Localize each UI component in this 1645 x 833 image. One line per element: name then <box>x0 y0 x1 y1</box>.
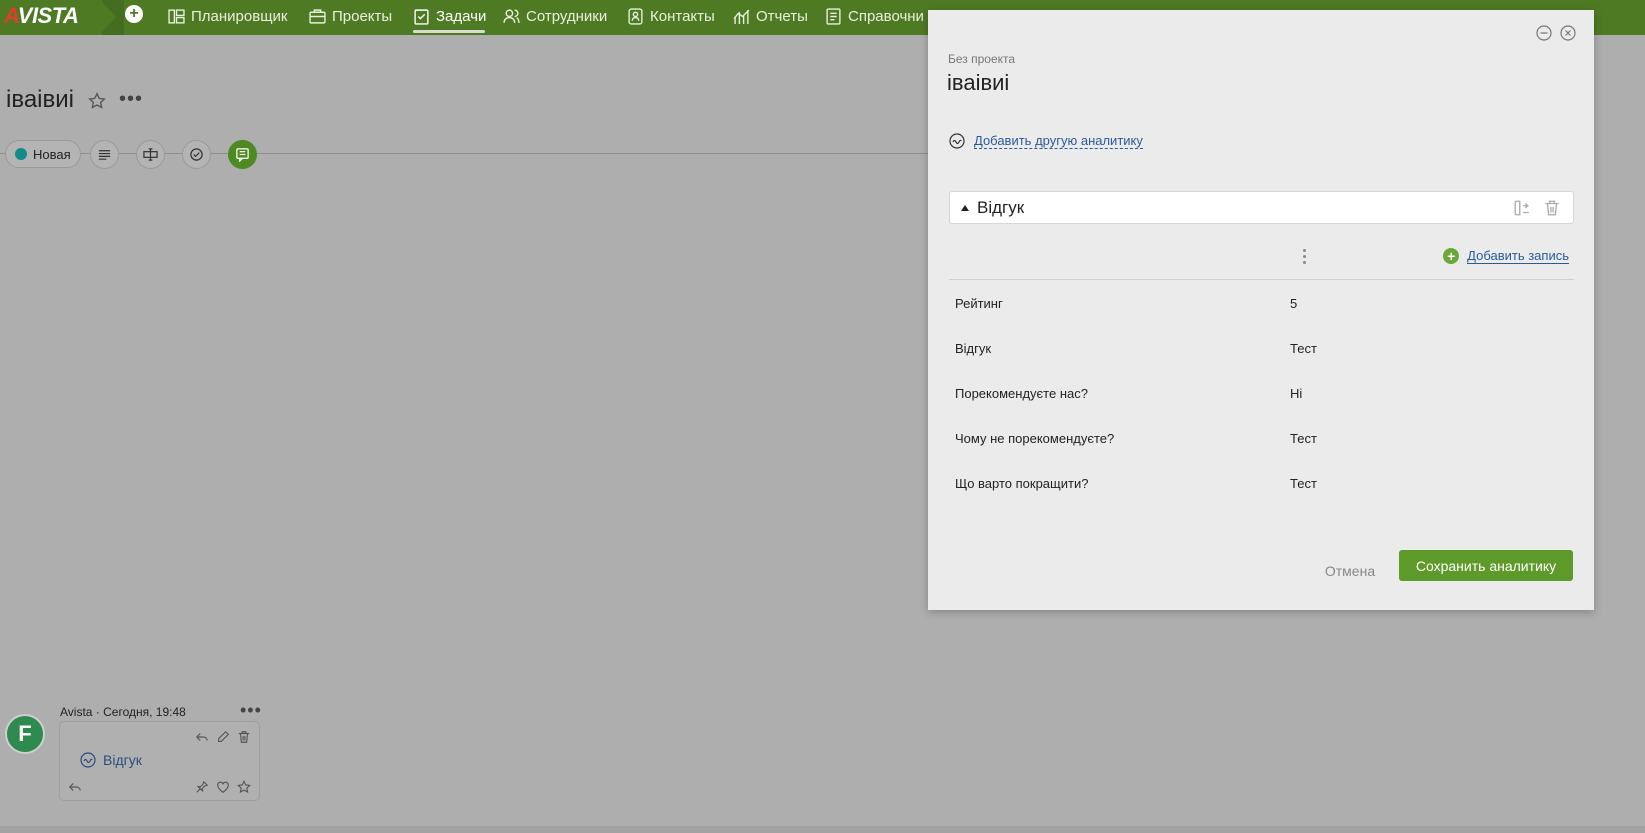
briefcase-icon <box>309 8 326 24</box>
comment-analytics-link[interactable]: Відгук <box>80 752 142 768</box>
analytics-button[interactable] <box>228 140 257 169</box>
close-icon[interactable] <box>1560 25 1576 41</box>
trash-icon[interactable] <box>1543 199 1561 217</box>
star-icon[interactable] <box>88 92 106 110</box>
minimize-icon[interactable] <box>1536 25 1552 41</box>
record-row[interactable]: Відгук Тест <box>955 341 1555 361</box>
record-row[interactable]: Порекомендуєте нас? Ні <box>955 386 1555 406</box>
trash-icon[interactable] <box>237 730 251 744</box>
record-label: Чому не порекомендуєте? <box>955 431 1115 446</box>
calendar-icon <box>168 8 185 24</box>
record-value: Ні <box>1290 386 1303 401</box>
nav-item-label: Отчеты <box>756 7 808 25</box>
record-label: Порекомендуєте нас? <box>955 386 1088 401</box>
comment-actions <box>195 780 251 794</box>
comment-link-label: Відгук <box>103 752 142 768</box>
status-label: Новая <box>33 146 71 162</box>
comment-icon <box>236 148 249 162</box>
check-circle-icon <box>190 148 203 161</box>
nav-item-label: Сотрудники <box>526 7 608 25</box>
record-value: 5 <box>1290 296 1298 311</box>
dialog-project-label: Без проекта <box>948 52 1016 66</box>
dialog-window-controls <box>1536 25 1576 41</box>
nav-item-label: Справочни <box>848 7 924 25</box>
edit-icon[interactable] <box>216 730 230 744</box>
record-value: Тест <box>1290 476 1317 491</box>
comment-tools <box>195 730 251 744</box>
heart-icon[interactable] <box>216 780 230 794</box>
nav-item-label: Контакты <box>650 7 715 25</box>
nav-item-planner[interactable]: Планировщик <box>168 4 287 28</box>
avatar: F <box>5 714 45 754</box>
record-row[interactable]: Рейтинг 5 <box>955 296 1555 316</box>
nav-item-tasks[interactable]: Задачи <box>413 4 486 28</box>
status-badge[interactable]: Новая <box>5 140 81 168</box>
fields-button[interactable] <box>136 140 165 169</box>
meta-separator: · <box>92 705 104 719</box>
active-tab-indicator <box>413 30 485 33</box>
record-value: Тест <box>1290 431 1317 446</box>
nav-item-employees[interactable]: Сотрудники <box>503 4 607 28</box>
record-label: Що варто покращити? <box>955 476 1089 491</box>
logo[interactable]: AVISTA <box>0 0 110 35</box>
add-record-label: Добавить запись <box>1467 248 1569 264</box>
people-icon <box>503 8 520 23</box>
logo-text: AVISTA <box>4 3 79 28</box>
records-divider <box>949 279 1574 280</box>
analytics-dialog: Без проекта іваівиі Добавить другую анал… <box>928 10 1594 610</box>
analytics-section-header[interactable]: Відгук <box>949 191 1574 224</box>
contact-icon <box>628 7 643 25</box>
nav-item-references[interactable]: Справочни <box>825 4 924 28</box>
book-icon <box>826 7 841 25</box>
comment-author: Avista <box>60 705 93 719</box>
task-title: іваівиі <box>6 86 74 113</box>
export-table-icon[interactable] <box>1513 199 1531 217</box>
comment-more-icon[interactable]: ••• <box>240 701 262 719</box>
nav-item-contacts[interactable]: Контакты <box>627 4 715 28</box>
add-other-analytics-label: Добавить другую аналитику <box>974 133 1143 149</box>
column-menu-icon[interactable] <box>1303 249 1307 267</box>
record-label: Рейтинг <box>955 296 1003 311</box>
text-lines-icon <box>98 150 111 160</box>
comment-time: Сегодня, 19:48 <box>103 705 186 719</box>
text-field-icon <box>143 148 158 161</box>
comment-meta: Avista · Сегодня, 19:48 <box>60 705 186 719</box>
section-title: Відгук <box>977 198 1025 217</box>
add-record-button[interactable]: + Добавить запись <box>1443 248 1569 264</box>
chart-icon <box>733 9 750 24</box>
nav-item-label: Задачи <box>436 7 487 25</box>
bottom-strip <box>0 826 1645 833</box>
nav-item-reports[interactable]: Отчеты <box>733 4 808 28</box>
record-value: Тест <box>1290 341 1317 356</box>
more-options-icon[interactable]: ••• <box>119 89 143 109</box>
section-actions <box>1513 199 1561 217</box>
dialog-title: іваівиі <box>947 70 1010 95</box>
comment-card: Відгук <box>59 721 260 801</box>
record-label: Відгук <box>955 341 992 356</box>
reply-icon[interactable] <box>195 730 209 744</box>
add-other-analytics-link[interactable]: Добавить другую аналитику <box>949 133 1143 149</box>
nav-item-label: Планировщик <box>191 7 288 25</box>
save-analytics-button[interactable]: Сохранить аналитику <box>1399 550 1573 581</box>
record-row[interactable]: Чому не порекомендуєте? Тест <box>955 431 1555 451</box>
analytics-icon <box>949 133 965 149</box>
cancel-button[interactable]: Отмена <box>1313 558 1387 584</box>
logo-notch <box>100 0 116 34</box>
nav-item-label: Проекты <box>332 7 393 25</box>
comment-reply[interactable] <box>68 780 82 799</box>
pin-icon[interactable] <box>195 780 209 794</box>
status-dot-icon <box>15 148 27 160</box>
create-new-button[interactable]: + <box>125 5 143 23</box>
star-icon[interactable] <box>237 780 251 794</box>
checklist-icon <box>414 8 429 25</box>
checklist-button[interactable] <box>182 140 211 169</box>
reply-icon <box>68 783 81 791</box>
collapse-caret-icon[interactable] <box>961 205 969 211</box>
record-row[interactable]: Що варто покращити? Тест <box>955 476 1555 496</box>
plus-circle-icon: + <box>1443 248 1460 264</box>
analytics-icon <box>80 752 96 768</box>
nav-item-projects[interactable]: Проекты <box>309 4 392 28</box>
description-button[interactable] <box>90 140 119 169</box>
